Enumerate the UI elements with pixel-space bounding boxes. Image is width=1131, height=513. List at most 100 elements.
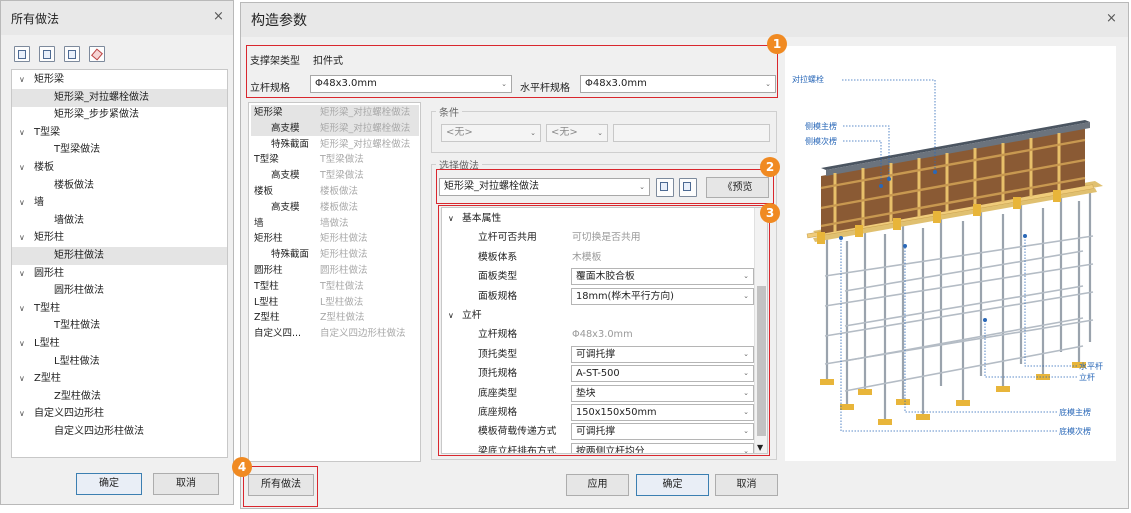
preview-panel: 对拉螺栓 侧模主楞 侧模次楞 水平杆 立杆 底模主楞 底模次楞 bbox=[785, 46, 1116, 461]
component-name: 高支模 bbox=[271, 122, 300, 134]
component-row[interactable]: 特殊截面 矩形梁_对拉螺栓做法 bbox=[251, 137, 419, 153]
component-method: T型梁做法 bbox=[320, 154, 364, 166]
component-row[interactable]: 楼板 楼板做法 bbox=[251, 184, 419, 200]
component-name: 矩形柱 bbox=[254, 233, 283, 245]
tree-group[interactable]: ∨ 自定义四边形柱 bbox=[12, 405, 227, 423]
component-row[interactable]: L型柱 L型柱做法 bbox=[251, 295, 419, 311]
component-row[interactable]: 自定义四... 自定义四边形柱做法 bbox=[251, 326, 419, 342]
component-row[interactable]: T型柱 T型柱做法 bbox=[251, 279, 419, 295]
tree-item[interactable]: T型梁做法 bbox=[12, 141, 227, 159]
paste-icon[interactable] bbox=[64, 46, 80, 62]
tree-item[interactable]: 墙做法 bbox=[12, 212, 227, 230]
component-row[interactable]: 特殊截面 矩形柱做法 bbox=[251, 247, 419, 263]
chevron-down-icon[interactable]: ∨ bbox=[19, 265, 25, 283]
component-name: 高支模 bbox=[271, 201, 300, 213]
close-icon[interactable]: × bbox=[213, 9, 224, 24]
condition-input[interactable] bbox=[613, 124, 770, 142]
component-row[interactable]: 高支模 T型梁做法 bbox=[251, 168, 419, 184]
tree-group[interactable]: ∨ L型柱 bbox=[12, 335, 227, 353]
chevron-down-icon[interactable]: ∨ bbox=[19, 194, 25, 212]
tree-item[interactable]: 圆形柱做法 bbox=[12, 282, 227, 300]
chevron-down-icon[interactable]: ∨ bbox=[19, 71, 25, 89]
component-row[interactable]: 高支模 矩形梁_对拉螺栓做法 bbox=[251, 120, 419, 137]
tree-item[interactable]: T型柱做法 bbox=[12, 317, 227, 335]
copy-icon[interactable] bbox=[39, 46, 55, 62]
eraser-icon[interactable] bbox=[89, 46, 105, 62]
cancel-button[interactable]: 取消 bbox=[715, 474, 778, 496]
chevron-down-icon[interactable]: ∨ bbox=[19, 405, 25, 423]
component-method: 楼板做法 bbox=[320, 201, 359, 213]
chevron-down-icon[interactable]: ∨ bbox=[19, 229, 25, 247]
component-method: L型柱做法 bbox=[320, 296, 364, 308]
component-method: T型梁做法 bbox=[320, 170, 364, 182]
tree-group[interactable]: ∨ T型柱 bbox=[12, 300, 227, 318]
component-name: 特殊截面 bbox=[271, 249, 310, 261]
component-method: T型柱做法 bbox=[320, 280, 364, 292]
close-icon[interactable]: × bbox=[1106, 11, 1117, 26]
tree-label: T型梁 bbox=[34, 126, 61, 138]
badge-1: 1 bbox=[767, 34, 787, 54]
tree-label: 楼板 bbox=[34, 162, 54, 173]
properties-icon[interactable] bbox=[14, 46, 30, 62]
tree-group[interactable]: ∨ 圆形柱 bbox=[12, 265, 227, 283]
callout-tie-bolt: 对拉螺栓 bbox=[792, 75, 824, 84]
tree-label: 自定义四边形柱做法 bbox=[54, 426, 144, 437]
component-name: T型柱 bbox=[254, 280, 279, 292]
component-row[interactable]: 矩形柱 矩形柱做法 bbox=[251, 231, 419, 247]
highlight-box-1 bbox=[246, 45, 778, 98]
tree-label: 墙 bbox=[34, 197, 44, 209]
tree-group[interactable]: ∨ 楼板 bbox=[12, 159, 227, 177]
component-name: L型柱 bbox=[254, 296, 279, 308]
cancel-button[interactable]: 取消 bbox=[153, 473, 219, 495]
chevron-down-icon[interactable]: ∨ bbox=[19, 124, 25, 142]
ok-button[interactable]: 确定 bbox=[636, 474, 709, 496]
callout-hbar: 水平杆 bbox=[1079, 362, 1103, 371]
tree-label: 矩形柱 bbox=[34, 232, 64, 244]
tree-item[interactable]: L型柱做法 bbox=[12, 353, 227, 371]
tree-item[interactable]: 矩形梁_对拉螺栓做法 bbox=[12, 88, 227, 107]
methods-tree: ∨ 矩形梁 矩形梁_对拉螺栓做法 矩形梁_步步紧做法 ∨ T型梁 T型梁做法 ∨ 楼板 楼板做法 ∨… bbox=[11, 69, 228, 458]
highlight-box-4 bbox=[243, 466, 318, 507]
tree-item[interactable]: 矩形柱做法 bbox=[12, 247, 227, 265]
component-row[interactable]: Z型柱 Z型柱做法 bbox=[251, 310, 419, 326]
component-name: T型梁 bbox=[254, 154, 279, 166]
tree-item[interactable]: 自定义四边形柱做法 bbox=[12, 423, 227, 441]
component-row[interactable]: T型梁 T型梁做法 bbox=[251, 152, 419, 168]
chevron-down-icon[interactable]: ∨ bbox=[19, 159, 25, 177]
tree-item[interactable]: 矩形梁_步步紧做法 bbox=[12, 106, 227, 124]
chevron-down-icon[interactable]: ∨ bbox=[19, 335, 25, 353]
all-methods-dialog: 所有做法 × ∨ 矩形梁 矩形梁_对拉螺栓做法 矩形梁_步步紧做法 ∨ T型梁 T型梁做法 ∨… bbox=[0, 0, 234, 505]
tree-label: 矩形梁_对拉螺栓做法 bbox=[54, 91, 149, 103]
tree-item[interactable]: Z型柱做法 bbox=[12, 388, 227, 406]
component-row[interactable]: 圆形柱 圆形柱做法 bbox=[251, 263, 419, 279]
chevron-down-icon[interactable]: ∨ bbox=[19, 370, 25, 388]
tree-label: L型柱做法 bbox=[54, 355, 100, 367]
tree-group[interactable]: ∨ 墙 bbox=[12, 194, 227, 212]
highlight-box-2 bbox=[436, 169, 774, 204]
title-bar: 所有做法 × bbox=[1, 1, 233, 35]
dialog-title: 构造参数 bbox=[251, 13, 307, 29]
component-method: 矩形柱做法 bbox=[320, 249, 368, 261]
component-name: 圆形柱 bbox=[254, 265, 283, 276]
condition-select-2[interactable]: <无> ⌄ bbox=[546, 124, 608, 142]
tree-group[interactable]: ∨ 矩形柱 bbox=[12, 229, 227, 247]
component-method: 矩形梁_对拉螺栓做法 bbox=[320, 107, 411, 118]
ok-button[interactable]: 确定 bbox=[76, 473, 142, 495]
callout-side-sub: 侧模次楞 bbox=[805, 137, 837, 146]
component-row[interactable]: 矩形梁 矩形梁_对拉螺栓做法 bbox=[251, 105, 419, 121]
tree-label: Z型柱 bbox=[34, 373, 61, 385]
tree-label: T型柱做法 bbox=[54, 320, 101, 332]
highlight-box-3 bbox=[438, 205, 770, 456]
condition-select-1[interactable]: <无> ⌄ bbox=[441, 124, 541, 142]
component-row[interactable]: 墙 墙做法 bbox=[251, 216, 419, 232]
apply-button[interactable]: 应用 bbox=[566, 474, 629, 496]
tree-group[interactable]: ∨ Z型柱 bbox=[12, 370, 227, 388]
tree-item[interactable]: 楼板做法 bbox=[12, 177, 227, 195]
component-name: 特殊截面 bbox=[271, 138, 310, 150]
component-name: 墙 bbox=[254, 217, 264, 229]
chevron-down-icon[interactable]: ∨ bbox=[19, 300, 25, 318]
tree-label: 自定义四边形柱 bbox=[34, 408, 104, 420]
component-row[interactable]: 高支模 楼板做法 bbox=[251, 200, 419, 216]
tree-group[interactable]: ∨ T型梁 bbox=[12, 124, 227, 142]
tree-group[interactable]: ∨ 矩形梁 bbox=[12, 71, 227, 89]
